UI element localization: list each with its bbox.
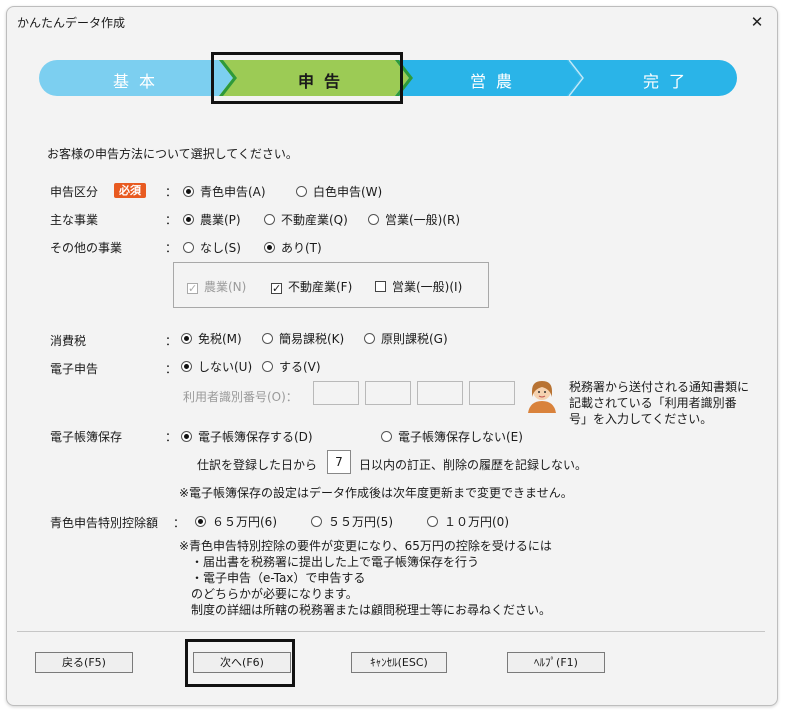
radio-blue-filing[interactable]: 青色申告(A): [183, 183, 266, 200]
e-books-note: ※電子帳簿保存の設定はデータ作成後は次年度更新まで変更できません。: [179, 486, 573, 500]
radio-e-filing-yes[interactable]: する(V): [262, 358, 321, 375]
step-complete: 完了: [642, 72, 695, 91]
radio-deduction-65[interactable]: ６５万円(6): [195, 513, 277, 530]
colon: ：: [173, 516, 186, 530]
days-suffix-text: 日以内の訂正、削除の履歴を記録しない。: [359, 458, 588, 472]
check-other-real-estate[interactable]: ✓ 不動産業(F): [271, 278, 352, 295]
e-filing-label: 電子申告: [50, 362, 99, 376]
user-id-field-4: [469, 381, 515, 405]
step-farming: 営農: [469, 72, 522, 91]
dialog-window: かんたんデータ作成 ✕ 基本 申告 営農 完了 お客様の申告方法について選択して…: [6, 6, 778, 706]
next-button-highlight: [185, 639, 295, 687]
colon: ：: [165, 430, 178, 444]
colon: ：: [165, 241, 178, 255]
back-button[interactable]: 戻る(F5): [35, 652, 133, 673]
intro-text: お客様の申告方法について選択してください。: [47, 147, 298, 161]
radio-e-books-yes[interactable]: 電子帳簿保存する(D): [181, 428, 313, 445]
days-input[interactable]: 7: [327, 450, 351, 474]
filing-label: 申告区分: [50, 185, 99, 199]
main-business-label: 主な事業: [50, 213, 99, 227]
colon: ：: [165, 213, 178, 227]
radio-tax-simplified[interactable]: 簡易課税(K): [262, 330, 344, 347]
deduction-note-5: 制度の詳細は所轄の税務署または顧問税理士等にお尋ねください。: [191, 603, 552, 617]
support-operator-icon: [528, 381, 556, 413]
footer-divider: [17, 631, 765, 632]
check-other-general-business[interactable]: 営業(一般)(I): [375, 278, 462, 295]
radio-general-business[interactable]: 営業(一般)(R): [368, 211, 460, 228]
other-business-label: その他の事業: [50, 241, 123, 255]
deduction-note-1: ※青色申告特別控除の要件が変更になり、65万円の控除を受けるには: [179, 539, 552, 553]
radio-other-none[interactable]: なし(S): [183, 239, 241, 256]
user-id-help-text: 税務署から送付される通知書類に記載されている「利用者識別番号」を入力してください…: [569, 380, 750, 426]
radio-deduction-10[interactable]: １０万円(0): [427, 513, 509, 530]
colon: ：: [165, 334, 178, 348]
step-basic: 基本: [112, 72, 165, 91]
deduction-note-3: ・電子申告（e-Tax）で申告する: [191, 571, 366, 585]
radio-other-yes[interactable]: あり(T): [264, 239, 322, 256]
step-highlight-box: [211, 52, 403, 104]
consumption-tax-label: 消費税: [50, 334, 87, 348]
radio-e-books-no[interactable]: 電子帳簿保存しない(E): [381, 428, 523, 445]
title-bar: かんたんデータ作成 ✕: [7, 7, 777, 37]
window-title: かんたんデータ作成: [17, 16, 126, 30]
deduction-note-2: ・届出書を税務署に提出した上で電子帳簿保存を行う: [191, 555, 480, 569]
days-prefix-text: 仕訳を登録した日から: [197, 458, 318, 472]
colon: ：: [165, 362, 178, 376]
radio-real-estate[interactable]: 不動産業(Q): [264, 211, 348, 228]
e-books-label: 電子帳簿保存: [50, 430, 123, 444]
user-id-label: 利用者識別番号(O)：: [183, 390, 298, 404]
help-button[interactable]: ﾍﾙﾌﾟ(F1): [507, 652, 605, 673]
radio-white-filing[interactable]: 白色申告(W): [296, 183, 382, 200]
deduction-note-4: のどちらかが必要になります。: [191, 587, 358, 601]
radio-e-filing-no[interactable]: しない(U): [181, 358, 252, 375]
radio-agriculture[interactable]: 農業(P): [183, 211, 241, 228]
required-badge: 必須: [114, 182, 146, 198]
check-other-agriculture: ✓ 農業(N): [187, 280, 247, 295]
cancel-button[interactable]: ｷｬﾝｾﾙ(ESC): [351, 652, 447, 673]
close-icon[interactable]: ✕: [745, 10, 769, 34]
radio-deduction-55[interactable]: ５５万円(5): [311, 513, 393, 530]
colon: ：: [165, 185, 178, 199]
user-id-field-2: [365, 381, 411, 405]
radio-tax-standard[interactable]: 原則課税(G): [364, 330, 448, 347]
radio-tax-exempt[interactable]: 免税(M): [181, 330, 242, 347]
blue-deduction-label: 青色申告特別控除額: [50, 516, 159, 530]
user-id-field-3: [417, 381, 463, 405]
user-id-field-1: [313, 381, 359, 405]
